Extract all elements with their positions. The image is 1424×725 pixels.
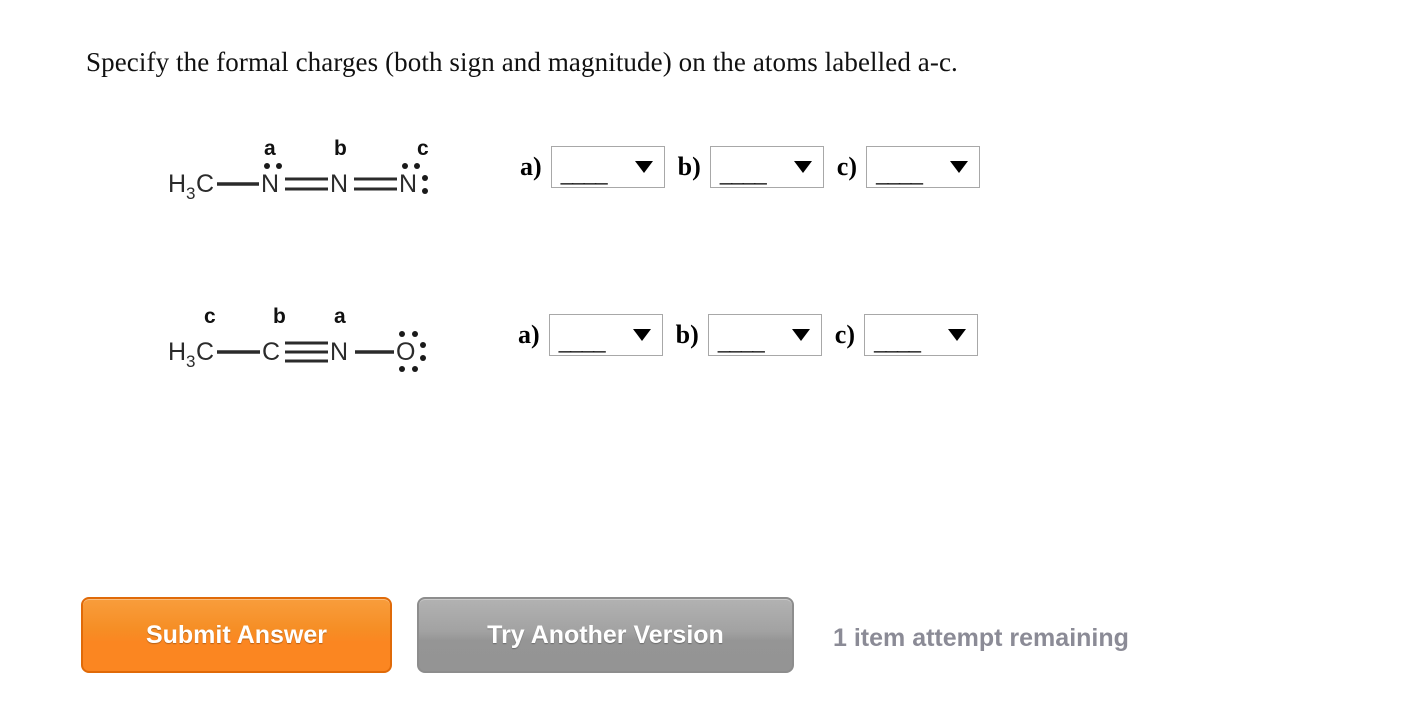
answer-row-2: a) ____ b) ____ c) ____ [518,314,978,356]
svg-text:C: C [196,338,214,366]
page-title: Specify the formal charges (both sign an… [86,47,958,77]
lewis-structure-1: a b c H 3 C N N N [166,130,466,230]
question-row-1: a b c H 3 C N N N a) ____ b) ____ c) ___… [0,130,1424,240]
answer-label-1b: b) [677,152,701,181]
answer-unit-1a: a) ____ [520,146,665,188]
answer-unit-2a: a) ____ [518,314,663,356]
chevron-down-icon [793,161,812,173]
charge-dropdown-1c[interactable]: ____ [866,146,980,188]
chevron-down-icon [634,161,653,173]
structure-1-diagram: H 3 C N N N [168,163,428,203]
question-row-2: c b a H 3 C C N O a) ____ b) ____ c) ___… [0,298,1424,408]
svg-text:C: C [262,338,280,366]
answer-label-2b: b) [675,320,699,349]
chevron-down-icon [632,329,651,341]
charge-dropdown-2c[interactable]: ____ [864,314,978,356]
answer-label-2c: c) [834,320,855,349]
answer-unit-1c: c) ____ [837,146,980,188]
submit-answer-button[interactable]: Submit Answer [81,597,392,673]
charge-dropdown-2b-value: ____ [717,328,765,355]
answer-unit-2c: c) ____ [835,314,978,356]
charge-dropdown-2b[interactable]: ____ [707,314,822,356]
try-another-version-button[interactable]: Try Another Version [417,597,794,673]
answer-label-2a: a) [518,320,540,349]
structure-2-diagram: H 3 C C N O [168,331,426,372]
chevron-down-icon [950,161,968,173]
charge-dropdown-2c-value: ____ [874,328,921,355]
chevron-down-icon [791,329,810,341]
charge-dropdown-2a-value: ____ [558,328,606,355]
svg-text:C: C [196,170,214,198]
answer-row-1: a) ____ b) ____ c) ____ [520,146,980,188]
answer-label-1c: c) [836,152,857,181]
answer-unit-2b: b) ____ [676,314,822,356]
svg-text:3: 3 [186,184,195,203]
svg-text:O: O [396,338,415,366]
answer-label-1a: a) [520,152,542,181]
charge-dropdown-1c-value: ____ [876,160,923,187]
answer-unit-1b: b) ____ [678,146,824,188]
svg-text:3: 3 [186,352,195,371]
charge-dropdown-1b[interactable]: ____ [709,146,824,188]
svg-text:N: N [330,170,348,198]
svg-text:H: H [168,338,186,366]
svg-text:H: H [168,170,186,198]
chevron-down-icon [948,329,966,341]
svg-text:N: N [261,170,279,198]
svg-text:N: N [399,170,417,198]
svg-text:N: N [330,338,348,366]
charge-dropdown-1b-value: ____ [719,160,767,187]
lewis-structure-2: c b a H 3 C C N O [166,298,466,398]
charge-dropdown-1a-value: ____ [560,160,608,187]
charge-dropdown-1a[interactable]: ____ [550,146,665,188]
charge-dropdown-2a[interactable]: ____ [548,314,663,356]
action-bar: Submit Answer Try Another Version 1 item… [0,597,1424,682]
attempts-remaining-text: 1 item attempt remaining [833,624,1129,652]
